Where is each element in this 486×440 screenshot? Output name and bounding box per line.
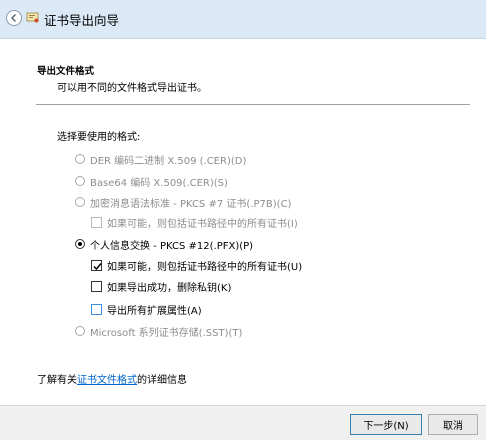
title-bar: 证书导出向导 — [0, 0, 486, 39]
info-prefix: 了解有关 — [37, 375, 77, 386]
radio-pkcs7[interactable] — [75, 197, 85, 207]
page-subheading: 可以用不同的文件格式导出证书。 — [57, 83, 207, 94]
option-pfx-export-ext[interactable]: 导出所有扩展属性(A) — [91, 301, 202, 317]
back-arrow-icon[interactable] — [6, 10, 22, 26]
radio-pfx[interactable] — [75, 239, 85, 249]
option-pfx-delete-key-label: 如果导出成功，删除私钥(K) — [107, 282, 232, 294]
option-pkcs7-include-chain-label: 如果可能，则包括证书路径中的所有证书(I) — [107, 218, 298, 230]
option-pfx-export-ext-label: 导出所有扩展属性(A) — [107, 305, 202, 317]
option-der-label: DER 编码二进制 X.509 (.CER)(D) — [90, 155, 247, 167]
checkmark-icon — [93, 262, 102, 270]
radio-base64[interactable] — [75, 176, 85, 186]
radio-sst[interactable] — [75, 326, 85, 336]
option-pkcs7[interactable]: 加密消息语法标准 - PKCS #7 证书(.P7B)(C) — [75, 194, 291, 210]
option-pfx-delete-key[interactable]: 如果导出成功，删除私钥(K) — [91, 278, 231, 294]
format-prompt: 选择要使用的格式: — [57, 132, 141, 143]
option-pfx[interactable]: 个人信息交换 - PKCS #12(.PFX)(P) — [75, 236, 253, 252]
certificate-icon — [26, 12, 39, 23]
window-title: 证书导出向导 — [44, 13, 120, 28]
option-pfx-include-chain[interactable]: 如果可能，则包括证书路径中的所有证书(U) — [91, 257, 302, 273]
cert-format-link[interactable]: 证书文件格式 — [77, 375, 137, 386]
option-pkcs7-include-chain[interactable]: 如果可能，则包括证书路径中的所有证书(I) — [91, 214, 298, 230]
option-base64[interactable]: Base64 编码 X.509(.CER)(S) — [75, 173, 228, 189]
info-line: 了解有关证书文件格式的详细信息 — [37, 371, 187, 386]
cancel-button[interactable]: 取消 — [428, 414, 478, 435]
radio-der[interactable] — [75, 154, 85, 164]
option-sst[interactable]: Microsoft 系列证书存储(.SST)(T) — [75, 323, 242, 339]
option-der[interactable]: DER 编码二进制 X.509 (.CER)(D) — [75, 151, 246, 167]
checkbox-pfx-export-ext[interactable] — [91, 303, 102, 315]
option-sst-label: Microsoft 系列证书存储(.SST)(T) — [90, 327, 243, 339]
page-heading: 导出文件格式 — [37, 66, 95, 77]
option-pkcs7-label: 加密消息语法标准 - PKCS #7 证书(.P7B)(C) — [90, 198, 292, 210]
next-button[interactable]: 下一步(N) — [350, 414, 422, 435]
checkbox-pkcs7-include-chain[interactable] — [91, 216, 102, 228]
checkbox-pfx-delete-key[interactable] — [91, 280, 102, 292]
checkbox-pfx-include-chain[interactable] — [91, 259, 102, 271]
option-pfx-include-chain-label: 如果可能，则包括证书路径中的所有证书(U) — [107, 261, 303, 273]
info-suffix: 的详细信息 — [137, 375, 187, 386]
divider — [36, 104, 470, 105]
option-base64-label: Base64 编码 X.509(.CER)(S) — [90, 177, 228, 189]
option-pfx-label: 个人信息交换 - PKCS #12(.PFX)(P) — [90, 240, 254, 252]
